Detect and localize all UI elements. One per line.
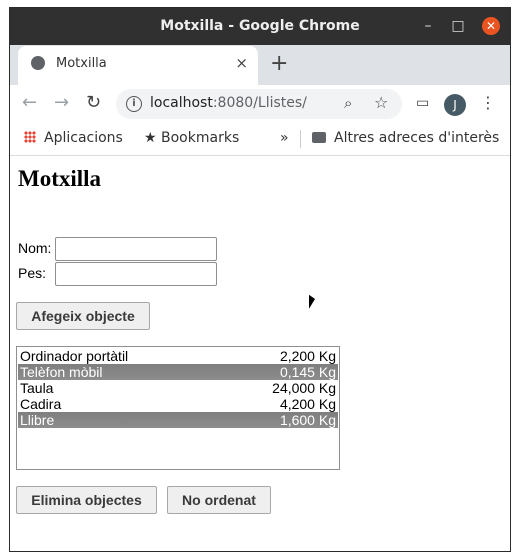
tab-close-icon[interactable]: × [235, 54, 248, 72]
minimize-icon[interactable]: – [418, 16, 438, 36]
bookmark-bookmarks[interactable]: ★ Bookmarks [144, 130, 239, 146]
tab-label: Motxilla [56, 56, 107, 71]
list-item[interactable]: Taula 24,000 Kg [18, 380, 338, 396]
url-text[interactable]: localhost:8080/Llistes/ [150, 95, 307, 111]
bookmark-bookmarks-label: Bookmarks [161, 130, 240, 146]
bookmarks-overflow-button[interactable]: » [280, 130, 289, 146]
address-bar[interactable]: i localhost:8080/Llistes/ ⌕ ☆ [116, 89, 402, 119]
weight-input[interactable] [55, 262, 217, 286]
apps-grid-icon [24, 131, 36, 143]
new-tab-button[interactable]: + [270, 51, 288, 76]
mouse-cursor-icon [309, 294, 321, 318]
item-weight: 0,145 Kg [279, 364, 336, 380]
url-path: :8080/Llistes/ [212, 95, 307, 111]
list-item[interactable]: Llibre 1,600 Kg [18, 412, 338, 428]
cast-icon[interactable]: ▭ [416, 95, 429, 111]
reload-icon[interactable]: ↻ [86, 92, 101, 113]
zoom-icon[interactable]: ⌕ [344, 94, 352, 112]
browser-toolbar: ← → ↻ i localhost:8080/Llistes/ ⌕ ☆ ▭ J … [10, 85, 510, 125]
tab-motxilla[interactable]: Motxilla × [18, 46, 258, 85]
avatar[interactable]: J [444, 94, 466, 116]
globe-icon [31, 56, 45, 70]
star-icon: ★ [144, 130, 162, 146]
sort-toggle-button[interactable]: No ordenat [167, 486, 271, 514]
item-name: Telèfon mòbil [20, 364, 103, 380]
list-item[interactable]: Telèfon mòbil 0,145 Kg [18, 364, 338, 380]
items-listbox[interactable]: Ordinador portàtil 2,200 Kg Telèfon mòbil… [16, 346, 340, 470]
item-name: Taula [20, 380, 54, 396]
menu-icon[interactable]: ⋮ [480, 93, 496, 112]
browser-window: Motxilla - Google Chrome – □ ✕ Motxilla … [10, 8, 510, 551]
item-name: Ordinador portàtil [20, 348, 129, 364]
tab-strip: Motxilla × [10, 45, 510, 85]
title-bar: Motxilla - Google Chrome – □ ✕ [10, 8, 510, 45]
info-icon[interactable]: i [126, 96, 142, 112]
item-weight: 4,200 Kg [279, 396, 336, 412]
weight-label: Pes: [18, 265, 47, 281]
page-content: Motxilla Nom: Pes: Afegeix objecte Ordin… [10, 156, 510, 551]
bookmark-apps[interactable]: Aplicacions [24, 130, 123, 146]
bookmark-other[interactable]: Altres adreces d'interès [312, 130, 499, 146]
item-weight: 24,000 Kg [272, 380, 336, 396]
item-weight: 1,600 Kg [279, 412, 336, 428]
list-item[interactable]: Cadira 4,200 Kg [18, 396, 338, 412]
bookmark-other-label: Altres adreces d'interès [334, 130, 500, 146]
bookmarks-divider [300, 130, 301, 148]
url-host: localhost [150, 95, 213, 111]
maximize-icon[interactable]: □ [448, 16, 468, 36]
name-input[interactable] [55, 237, 217, 261]
add-object-button[interactable]: Afegeix objecte [16, 302, 150, 330]
item-weight: 2,200 Kg [279, 348, 336, 364]
close-window-icon[interactable]: ✕ [482, 17, 500, 35]
folder-icon [312, 132, 326, 143]
page-title: Motxilla [18, 166, 102, 191]
list-item[interactable]: Ordinador portàtil 2,200 Kg [18, 348, 338, 364]
back-icon[interactable]: ← [22, 92, 37, 113]
forward-icon[interactable]: → [54, 92, 69, 113]
bookmark-star-icon[interactable]: ☆ [374, 93, 388, 112]
bookmark-apps-label: Aplicacions [44, 130, 123, 146]
item-name: Cadira [20, 396, 62, 412]
name-label: Nom: [18, 240, 52, 256]
remove-objects-button[interactable]: Elimina objectes [16, 486, 157, 514]
bookmarks-bar: Aplicacions ★ Bookmarks » Altres adreces… [10, 125, 510, 156]
item-name: Llibre [20, 412, 55, 428]
